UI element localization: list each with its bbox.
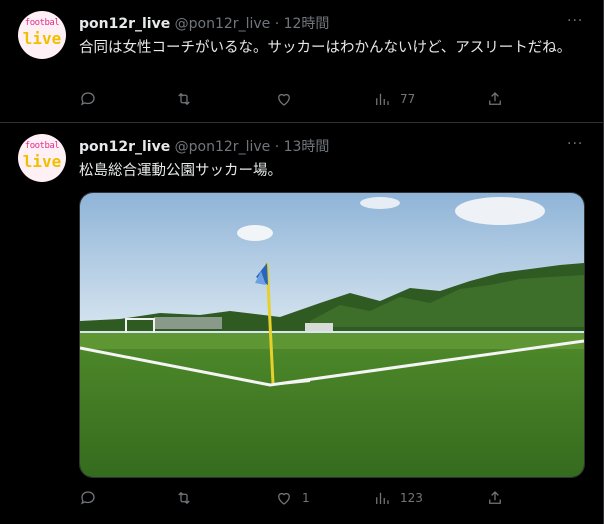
avatar[interactable]: footbal live — [18, 134, 66, 182]
retweet-button[interactable] — [175, 89, 202, 109]
like-button[interactable]: 1 — [275, 488, 310, 508]
tweet-text: 合同は女性コーチがいるな。サッカーはわかんないけど、アスリートだね。 — [79, 40, 572, 56]
tweet-1[interactable]: footbal live pon12r_live @pon12r_live · … — [0, 0, 603, 123]
like-icon — [278, 492, 290, 505]
share-button[interactable] — [486, 89, 504, 109]
timestamp[interactable]: 12時間 — [284, 16, 330, 32]
views-icon — [376, 93, 389, 105]
handle[interactable]: @pon12r_live — [175, 16, 271, 32]
tweet-2[interactable]: footbal live pon12r_live @pon12r_live · … — [0, 123, 603, 524]
reply-button[interactable] — [79, 89, 106, 109]
timestamp[interactable]: 13時間 — [284, 139, 330, 155]
avatar-text-top: footbal — [24, 141, 60, 151]
tweet-header: pon12r_live @pon12r_live · 12時間 — [79, 14, 329, 34]
like-icon — [278, 93, 290, 106]
view-count: 77 — [400, 92, 416, 106]
avatar[interactable]: footbal live — [18, 11, 66, 59]
tweet-actions: 77 — [79, 89, 519, 109]
tweet-photo[interactable] — [79, 192, 585, 478]
share-icon — [489, 491, 501, 504]
separator-dot: · — [274, 16, 280, 32]
avatar-text-main: live — [22, 152, 62, 171]
more-options-button[interactable]: ··· — [567, 14, 583, 32]
display-name[interactable]: pon12r_live — [79, 139, 170, 155]
views-icon — [376, 492, 389, 504]
retweet-button[interactable] — [175, 488, 202, 508]
reply-icon — [80, 92, 95, 106]
avatar-text-top: footbal — [24, 18, 60, 28]
view-count: 123 — [400, 491, 423, 505]
like-count: 1 — [302, 491, 310, 505]
tweet-actions: 1 123 — [79, 488, 519, 508]
handle[interactable]: @pon12r_live — [175, 139, 271, 155]
retweet-icon — [178, 92, 190, 106]
soccer-field-photo — [80, 193, 584, 477]
reply-icon — [80, 491, 95, 505]
more-options-button[interactable]: ··· — [567, 137, 583, 155]
views-button[interactable]: 77 — [373, 89, 415, 109]
like-button[interactable] — [275, 89, 302, 109]
reply-button[interactable] — [79, 488, 106, 508]
avatar-text-main: live — [22, 29, 62, 48]
share-button[interactable] — [486, 488, 504, 508]
display-name[interactable]: pon12r_live — [79, 16, 170, 32]
views-button[interactable]: 123 — [373, 488, 423, 508]
retweet-icon — [178, 491, 190, 505]
share-icon — [489, 92, 501, 105]
tweet-text: 松島総合運動公園サッカー場。 — [79, 163, 282, 179]
tweet-header: pon12r_live @pon12r_live · 13時間 — [79, 137, 329, 157]
separator-dot: · — [274, 139, 280, 155]
